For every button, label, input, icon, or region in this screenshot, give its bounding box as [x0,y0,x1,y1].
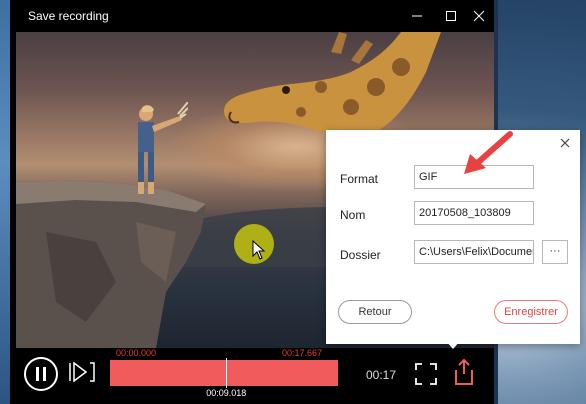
folder-field[interactable]: C:\Users\Felix\Documents [414,240,534,264]
dialog-pointer [446,341,460,349]
trim-end-time: 00:17.667 [282,348,323,358]
folder-label: Dossier [340,248,381,262]
boy-figure [138,102,188,194]
annotation-arrow-icon [464,131,513,174]
current-time: 00:09.018 [206,388,247,398]
trim-start-time: 00:00.000 [116,348,157,358]
desktop-left-edge [0,0,10,404]
trim-range[interactable] [114,360,334,386]
title-bar: Save recording [10,0,494,32]
export-icon[interactable] [452,358,476,386]
back-button[interactable]: Retour [338,300,412,324]
fullscreen-icon[interactable] [414,362,438,386]
trim-end-handle[interactable] [332,360,338,386]
pause-icon [36,367,46,381]
playback-controls: 00:00.000 00:17.667 00:09.018 00:17 [16,348,494,404]
minimize-button[interactable] [400,0,434,32]
save-button[interactable]: Enregistrer [494,300,568,324]
format-label: Format [340,172,379,186]
browse-button[interactable]: ··· [542,240,568,264]
name-label: Nom [340,208,366,222]
next-frame-icon[interactable] [68,361,96,383]
window-title: Save recording [28,9,109,23]
close-button[interactable] [462,0,496,32]
name-field[interactable]: 20170508_103809 [414,201,534,225]
maximize-icon [446,11,456,21]
export-dialog: Format GIF Nom 20170508_103809 Dossier C… [326,130,580,349]
playhead[interactable] [226,358,228,388]
pause-button[interactable] [24,357,58,391]
close-icon [473,10,485,22]
mouse-pointer-icon [252,240,266,260]
minimize-icon [412,15,422,17]
close-icon[interactable] [558,136,572,150]
trim-start-handle[interactable] [110,360,116,386]
duration-label: 00:17 [366,368,397,382]
